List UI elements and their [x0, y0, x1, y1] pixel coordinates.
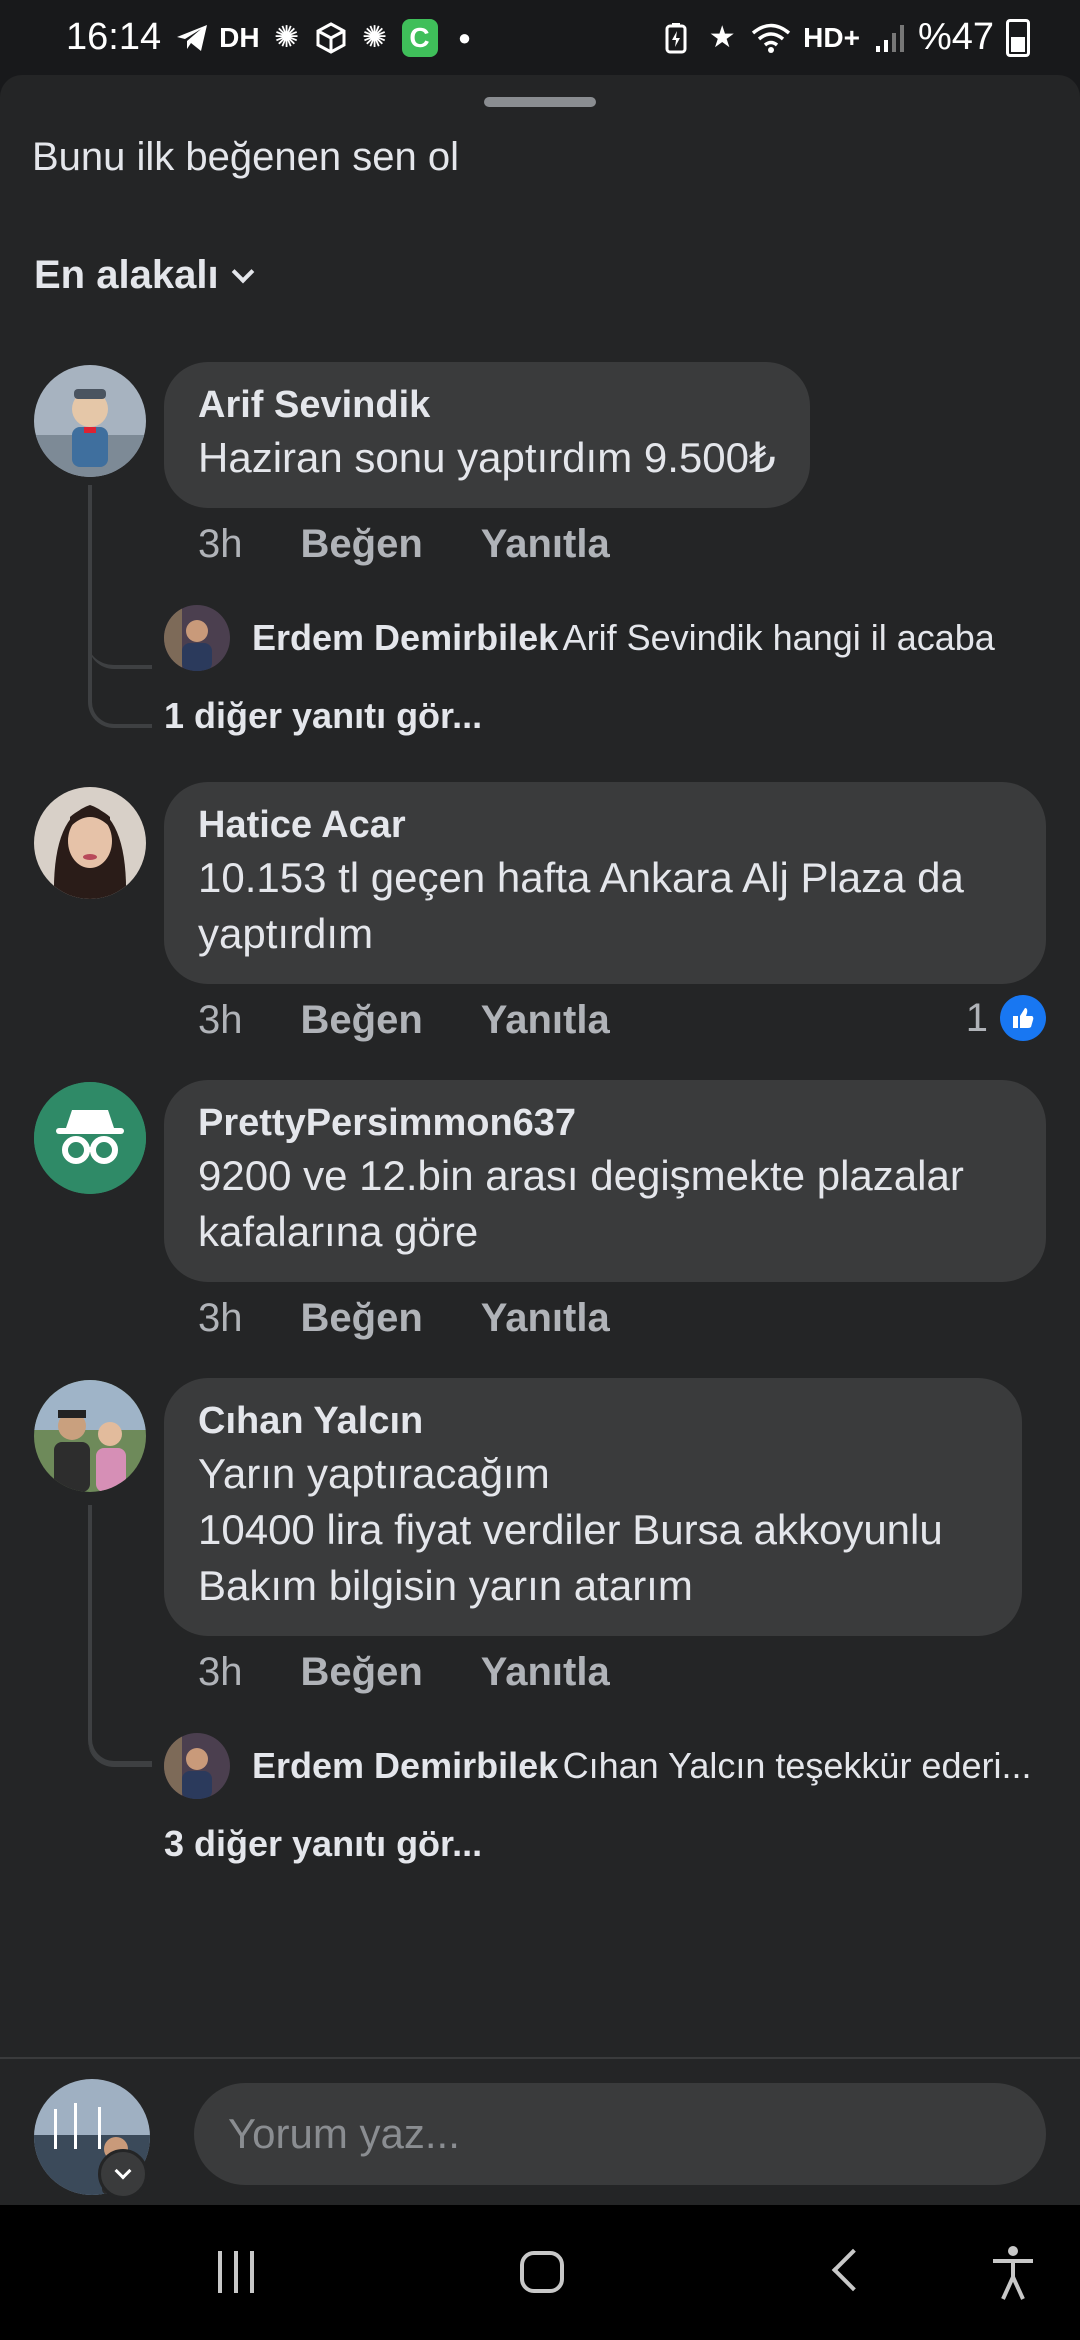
system-nav-bar: [0, 2205, 1080, 2340]
reaction-count[interactable]: 1: [966, 995, 1046, 1041]
comment-bubble[interactable]: PrettyPersimmon637 9200 ve 12.bin arası …: [164, 1080, 1046, 1282]
comment-time[interactable]: 3h: [198, 1296, 243, 1341]
like-button[interactable]: Beğen: [301, 1650, 423, 1695]
battery-icon: [1006, 18, 1030, 57]
sort-dropdown[interactable]: En alakalı: [34, 253, 254, 298]
avatar[interactable]: [164, 1733, 230, 1799]
comment-input[interactable]: [194, 2083, 1046, 2185]
comment-author[interactable]: Arif Sevindik: [198, 380, 776, 430]
status-bar: 16:14 DH ✺ ✺ C ● ★ HD+ %47: [0, 0, 1080, 75]
avatar[interactable]: [34, 365, 146, 477]
view-more-replies-link[interactable]: 1 diğer yanıtı gör...: [164, 695, 482, 737]
sort-label: En alakalı: [34, 253, 219, 297]
signal-icon: [872, 18, 906, 58]
c-app-icon: C: [401, 18, 438, 57]
thread-connector: [88, 1605, 152, 1765]
like-count: 1: [965, 995, 988, 1040]
box-icon: [314, 18, 348, 58]
comment-text: Yarın yaptıracağım 10400 lira fiyat verd…: [198, 1450, 943, 1609]
chevron-down-icon: [231, 260, 254, 283]
reply-button[interactable]: Yanıtla: [481, 1650, 610, 1695]
status-left-icons: DH ✺ ✺ C ●: [175, 18, 481, 58]
comment-actions: 3h Beğen Yanıtla: [198, 1650, 610, 1695]
comment-bubble[interactable]: Cıhan Yalcın Yarın yaptıracağım 10400 li…: [164, 1378, 1022, 1636]
comment-time[interactable]: 3h: [198, 998, 243, 1043]
reply-text: Cıhan Yalcın teşekkür ederi...: [562, 1745, 1032, 1786]
comment-text: 9200 ve 12.bin arası degişmekte plazalar…: [198, 1152, 964, 1255]
anonymous-avatar[interactable]: [34, 1082, 146, 1194]
hd-icon: HD+: [803, 21, 860, 53]
drag-handle[interactable]: [484, 97, 596, 107]
status-right-icons: ★ HD+ %47: [659, 16, 1030, 58]
home-button[interactable]: [520, 2251, 564, 2293]
view-more-replies-link[interactable]: 3 diğer yanıtı gör...: [164, 1823, 482, 1865]
comment-author[interactable]: Cıhan Yalcın: [198, 1396, 988, 1446]
dot-icon: ●: [457, 24, 472, 50]
like-button[interactable]: Beğen: [301, 1296, 423, 1341]
reply-button[interactable]: Yanıtla: [481, 1296, 610, 1341]
virus-icon: ✺: [273, 21, 300, 54]
comment-text: 10.153 tl geçen hafta Ankara Alj Plaza d…: [198, 854, 964, 957]
avatar[interactable]: [34, 1380, 146, 1492]
reply-preview[interactable]: Erdem Demirbilek Cıhan Yalcın teşekkür e…: [164, 1733, 1032, 1799]
comment-actions: 3h Beğen Yanıtla: [198, 522, 610, 567]
accessibility-icon[interactable]: [990, 2245, 1036, 2301]
comment-actions: 3h Beğen Yanıtla: [198, 998, 610, 1043]
comment-composer: [0, 2059, 1080, 2205]
reply-author[interactable]: Erdem Demirbilek: [252, 1745, 558, 1786]
status-time: 16:14: [66, 16, 162, 58]
telegram-icon: [175, 18, 209, 58]
comment-time[interactable]: 3h: [198, 522, 243, 567]
comments-sheet: Bunu ilk beğenen sen ol En alakalı Arif …: [0, 75, 1080, 2205]
thread-connector: [88, 605, 152, 669]
thumbs-up-icon: [1000, 995, 1046, 1041]
dh-icon: DH: [219, 21, 260, 53]
wifi-icon: [751, 18, 791, 58]
comment-author[interactable]: PrettyPersimmon637: [198, 1098, 1012, 1148]
reply-button[interactable]: Yanıtla: [481, 998, 610, 1043]
battery-saver-icon: [659, 18, 693, 58]
star-icon: ★: [708, 21, 736, 54]
chevron-down-icon[interactable]: [98, 2149, 148, 2199]
recents-button[interactable]: [218, 2251, 254, 2293]
comment-bubble[interactable]: Arif Sevindik Haziran sonu yaptırdım 9.5…: [164, 362, 810, 508]
avatar[interactable]: [164, 605, 230, 671]
avatar[interactable]: [34, 787, 146, 899]
virus-icon: ✺: [361, 21, 388, 54]
comment-actions: 3h Beğen Yanıtla: [198, 1296, 610, 1341]
comment-text: Haziran sonu yaptırdım 9.500₺: [198, 434, 776, 481]
like-prompt: Bunu ilk beğenen sen ol: [32, 135, 459, 179]
thread-connector: [88, 670, 152, 728]
like-button[interactable]: Beğen: [301, 998, 423, 1043]
reply-author[interactable]: Erdem Demirbilek: [252, 617, 558, 658]
reply-preview[interactable]: Erdem Demirbilek Arif Sevindik hangi il …: [164, 605, 995, 671]
comment-time[interactable]: 3h: [198, 1650, 243, 1695]
comment-author[interactable]: Hatice Acar: [198, 800, 1012, 850]
battery-percent: %47: [917, 16, 994, 58]
comment-bubble[interactable]: Hatice Acar 10.153 tl geçen hafta Ankara…: [164, 782, 1046, 984]
reply-text: Arif Sevindik hangi il acaba: [562, 617, 995, 658]
back-button[interactable]: [831, 2248, 875, 2292]
like-button[interactable]: Beğen: [301, 522, 423, 567]
reply-button[interactable]: Yanıtla: [481, 522, 610, 567]
